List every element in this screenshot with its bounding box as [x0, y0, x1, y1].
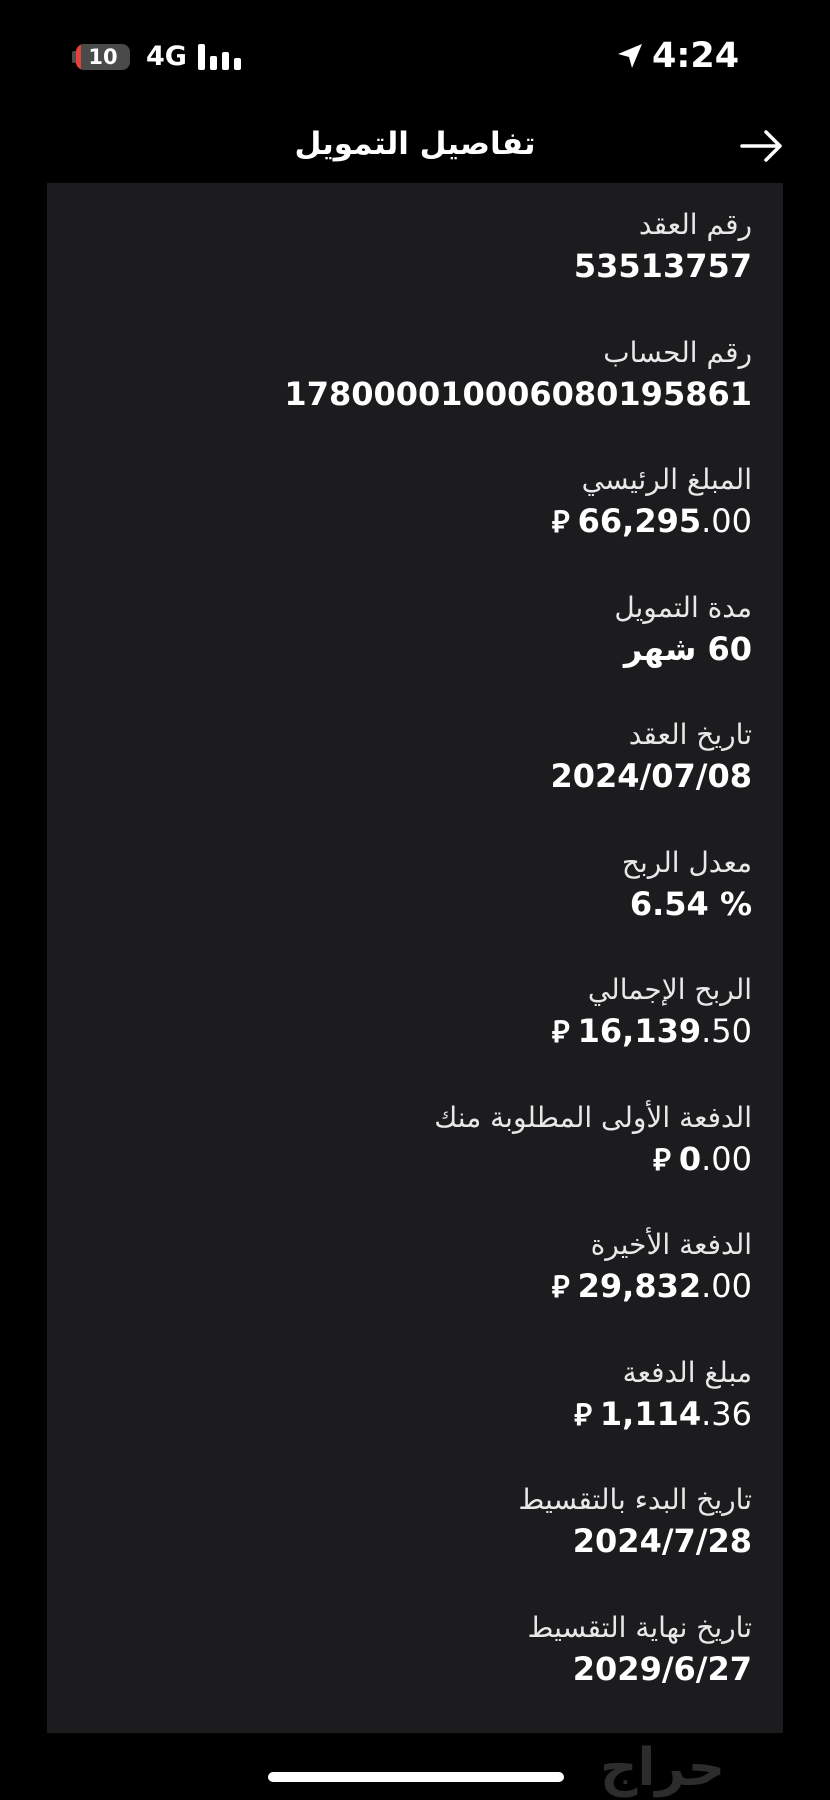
detail-label: مبلغ الدفعة: [622, 1355, 752, 1389]
detail-value: ⃁ 66,295.00: [52, 500, 752, 544]
detail-row: المبلغ الرئيسي ⃁ 66,295.00: [52, 460, 752, 588]
riyal-symbol-icon: ⃁: [574, 1397, 592, 1433]
amount-integer: 29,832: [577, 1267, 702, 1305]
status-time: 4:24: [652, 36, 740, 76]
amount-integer: 1,114: [599, 1394, 702, 1433]
amount-decimal: .50: [701, 1012, 752, 1050]
financing-details-card: رقم العقد 53513757 رقم الحساب 1780000100060…: [47, 183, 783, 1733]
detail-row: رقم الحساب 178000010006080195861: [52, 333, 752, 461]
riyal-symbol-icon: ⃁: [551, 1015, 570, 1050]
detail-label: تاريخ نهاية التقسيط: [527, 1610, 752, 1644]
signal-bars-icon: [198, 44, 242, 70]
detail-row: الدفعة الأولى المطلوبة منك ⃁ 0.00: [52, 1098, 752, 1226]
detail-label: رقم الحساب: [603, 335, 752, 369]
detail-value: 60 شهر: [623, 629, 752, 668]
amount-decimal: .00: [701, 1139, 752, 1178]
detail-value: 2024/07/08: [550, 757, 753, 795]
home-indicator[interactable]: [268, 1772, 564, 1782]
detail-value: 6.54 %: [629, 884, 752, 923]
detail-label: الدفعة الأخيرة: [590, 1228, 752, 1261]
detail-label: الدفعة الأولى المطلوبة منك: [434, 1100, 752, 1134]
detail-row: الدفعة الأخيرة ⃁ 29,832.00: [52, 1225, 752, 1353]
status-bar: 10 4G 4:24: [0, 0, 830, 110]
detail-value: 53513757: [573, 247, 752, 285]
detail-row: تاريخ البدء بالتقسيط 2024/7/28: [52, 1480, 752, 1608]
detail-value: ⃁ 29,832.00: [52, 1265, 752, 1309]
detail-value: ⃁ 16,139.50: [52, 1010, 752, 1054]
detail-value: ⃁ 1,114.36: [52, 1393, 752, 1437]
amount-decimal: .36: [701, 1394, 752, 1433]
detail-row: رقم العقد 53513757: [52, 205, 752, 333]
detail-row: الربح الإجمالي ⃁ 16,139.50: [52, 970, 752, 1098]
detail-value: 178000010006080195861: [284, 374, 752, 413]
amount-decimal: .00: [701, 502, 752, 540]
detail-label: المبلغ الرئيسي: [581, 463, 752, 496]
haraj-watermark: حراج: [600, 1738, 726, 1798]
riyal-symbol-icon: ⃁: [551, 1270, 570, 1305]
amount-integer: 66,295: [577, 502, 702, 540]
detail-label: معدل الربح: [621, 845, 752, 879]
network-type: 4G: [146, 41, 187, 72]
detail-row: تاريخ العقد 2024/07/08: [52, 715, 753, 843]
detail-label: تاريخ البدء بالتقسيط: [518, 1483, 752, 1516]
amount-integer: 16,139: [577, 1012, 702, 1050]
riyal-symbol-icon: ⃁: [551, 505, 570, 540]
detail-label: الربح الإجمالي: [587, 973, 752, 1006]
detail-value: 2024/7/28: [572, 1522, 752, 1560]
battery-icon: 10: [76, 44, 130, 70]
detail-label: رقم العقد: [638, 208, 752, 241]
detail-row: مبلغ الدفعة ⃁ 1,114.36: [52, 1353, 752, 1481]
detail-row: معدل الربح 6.54 %: [52, 843, 752, 971]
detail-label: مدة التمويل: [614, 590, 752, 624]
amount-integer: 0: [678, 1139, 702, 1178]
arrow-right-icon[interactable]: [738, 126, 786, 166]
detail-value: 2029/6/27: [572, 1649, 752, 1688]
page-title: تفاصيل التمويل: [294, 126, 536, 162]
detail-label: تاريخ العقد: [628, 718, 752, 751]
detail-value: ⃁ 0.00: [52, 1138, 752, 1182]
riyal-symbol-icon: ⃁: [653, 1142, 671, 1178]
header: تفاصيل التمويل: [0, 110, 830, 182]
battery-level: 10: [88, 45, 118, 69]
details-list: رقم العقد 53513757 رقم الحساب 1780000100060…: [52, 205, 752, 1735]
amount-decimal: .00: [701, 1267, 752, 1305]
detail-row: مدة التمويل 60 شهر: [52, 588, 752, 716]
location-arrow-icon: [618, 44, 642, 68]
detail-row: تاريخ نهاية التقسيط 2029/6/27: [52, 1608, 752, 1736]
